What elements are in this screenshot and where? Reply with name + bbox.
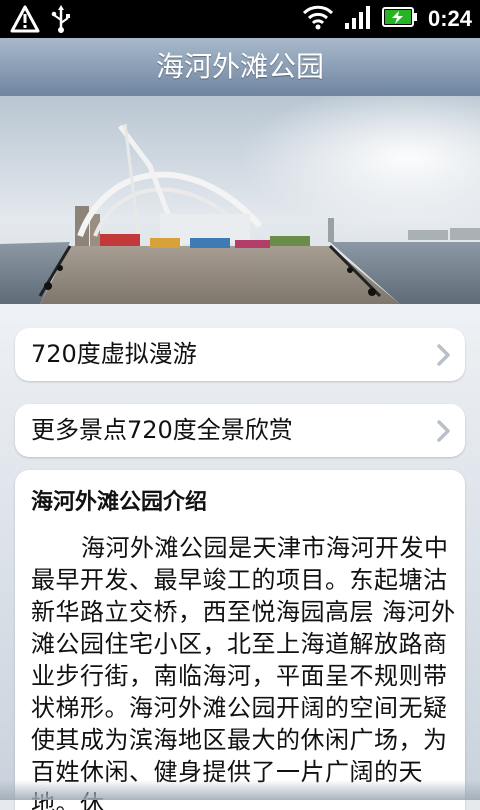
intro-body: 海河外滩公园是天津市海河开发中最早开发、最早竣工的项目。东起塘沽新华路立交桥，西…: [31, 534, 456, 810]
chevron-right-icon: [437, 420, 451, 446]
battery-charging-icon: [381, 5, 418, 33]
page-title: 海河外滩公园: [0, 38, 480, 97]
panorama-image[interactable]: [0, 96, 480, 304]
status-bar: 0:24: [0, 0, 480, 38]
menu-item-label: 更多景点720度全景欣赏: [31, 416, 293, 444]
warning-icon: [10, 5, 40, 37]
signal-icon: [344, 3, 372, 35]
scroll-fade: [0, 780, 480, 800]
chevron-right-icon: [437, 344, 451, 370]
more-panoramas-button[interactable]: 更多景点720度全景欣赏: [15, 404, 465, 457]
virtual-tour-button[interactable]: 720度虚拟漫游: [15, 328, 465, 381]
menu-item-label: 720度虚拟漫游: [31, 340, 197, 368]
content-area: 720度虚拟漫游 更多景点720度全景欣赏 海河外滩公园介绍 海河外滩公园是天津…: [0, 304, 480, 810]
wifi-icon: [302, 3, 334, 35]
intro-card: 海河外滩公园介绍 海河外滩公园是天津市海河开发中最早开发、最早竣工的项目。东起塘…: [15, 470, 465, 810]
clock: 0:24: [427, 6, 472, 31]
intro-heading: 海河外滩公园介绍: [31, 490, 208, 515]
usb-icon: [50, 4, 72, 38]
